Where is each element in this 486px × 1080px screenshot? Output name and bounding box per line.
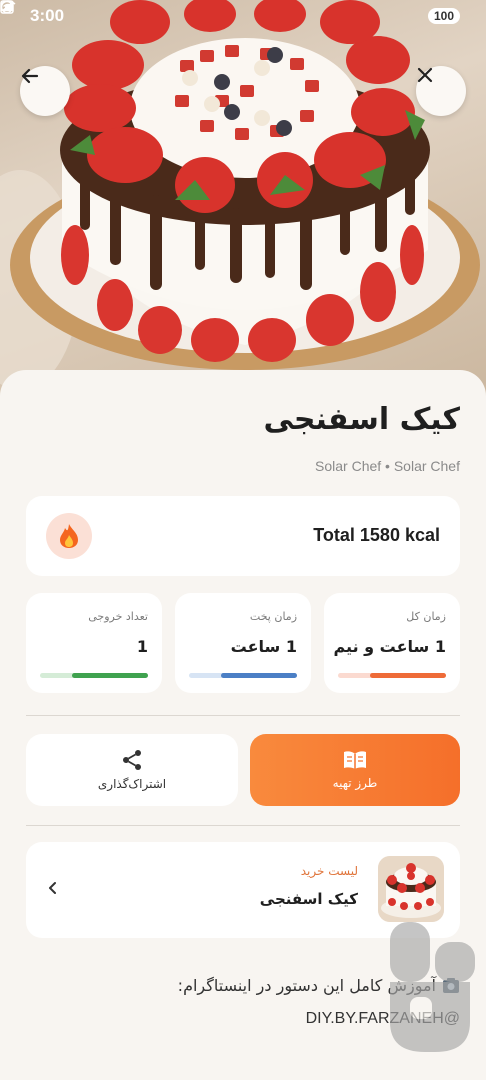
flame-icon [60,524,78,548]
close-button[interactable] [416,66,466,116]
share-label: اشتراک‌گذاری [97,777,167,791]
flame-badge [46,513,92,559]
signal-icon [1,1,13,11]
stat-value: 1 [136,637,148,656]
recipe-hero-image: 3:00 100 [0,0,486,400]
stat-progress-fill [221,673,297,678]
stat-label: زمان پخت [249,610,297,623]
stat-progress-track [338,673,446,678]
watermark-logo [390,922,475,1052]
stat-total-time: زمان کل 1 ساعت و نیم [324,593,460,693]
divider [26,825,460,826]
status-right: 100 [0,0,460,24]
share-icon [123,750,141,770]
status-left: 3:00 [0,0,72,26]
close-icon [417,67,433,83]
stat-servings: تعداد خروجی 1 [26,593,162,693]
share-button[interactable]: اشتراک‌گذاری [26,734,238,806]
arrow-left-icon [21,68,39,84]
stat-progress-fill [72,673,148,678]
preparation-label: طرز تهیه [332,776,378,790]
recipe-title: کیک اسفنجی [263,402,460,437]
recipe-author: Solar Chef • Solar Chef [315,458,460,474]
cake-illustration [0,0,480,390]
book-icon [344,751,366,769]
stat-cook-time: زمان پخت 1 ساعت [175,593,311,693]
back-button[interactable] [20,66,70,116]
status-time: 3:00 [30,6,65,25]
shopping-list-name: کیک اسفنجی [259,890,358,908]
shopping-list-label: لیست خرید [300,864,358,878]
calories-total: Total 1580 kcal [313,525,440,545]
stat-progress-track [189,673,297,678]
battery-indicator: 100 [427,8,460,24]
chevron-left-icon [49,882,56,894]
stat-progress-track [40,673,148,678]
stat-progress-fill [370,673,446,678]
calories-card: Total 1580 kcal [26,496,460,576]
status-bar: 3:00 100 [0,0,486,32]
preparation-button[interactable]: طرز تهیه [250,734,460,806]
stat-label: زمان کل [406,610,446,623]
stat-value: 1 ساعت [230,637,297,656]
divider [26,715,460,716]
stat-value: 1 ساعت و نیم [333,637,447,656]
stat-label: تعداد خروجی [88,610,148,623]
